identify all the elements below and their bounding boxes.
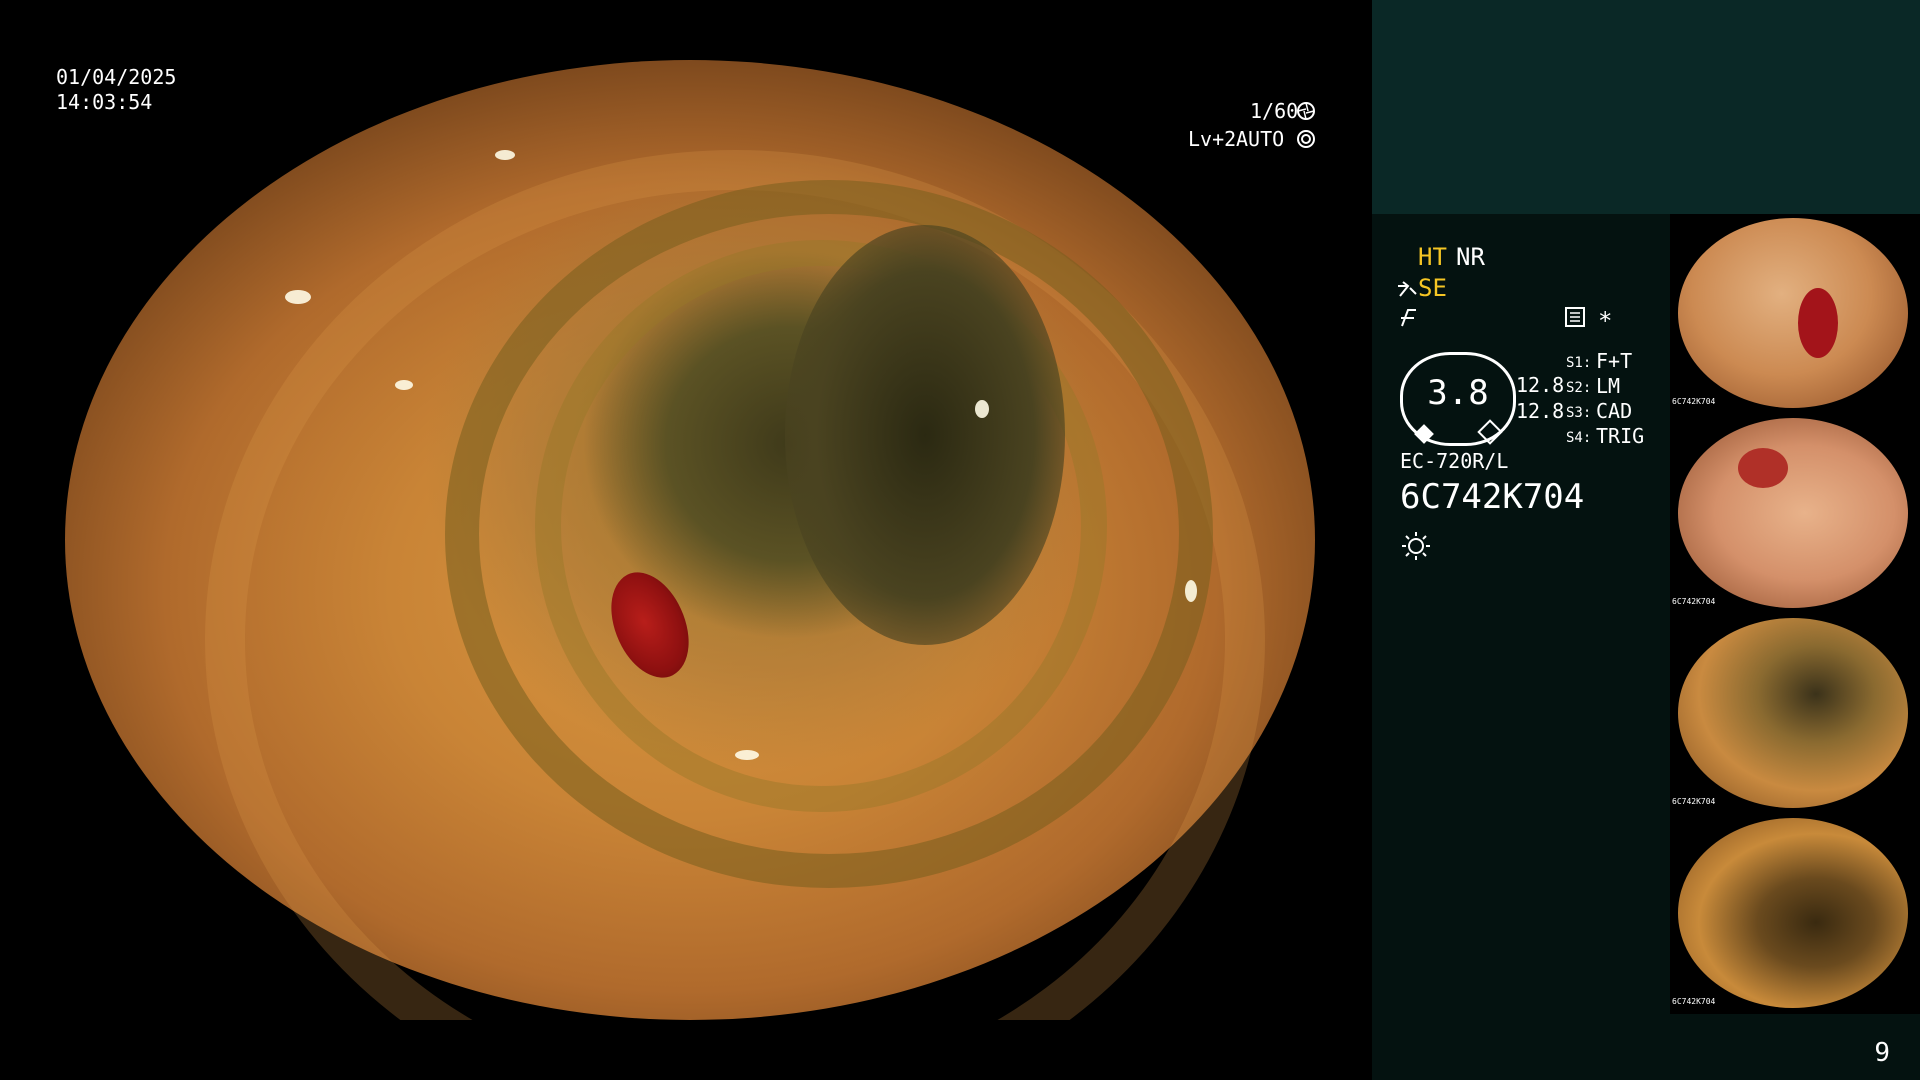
blood-spot	[1798, 288, 1838, 358]
switch-4-key: S4:	[1566, 430, 1592, 446]
specular-highlight	[285, 290, 311, 304]
thumbnail-label: 6C742K704	[1672, 397, 1716, 406]
blood-spot	[1738, 448, 1788, 488]
thumbnail[interactable]: 6C742K704	[1670, 418, 1916, 614]
light-source-icon	[1402, 532, 1430, 560]
sidebar-header-panel	[1372, 0, 1920, 214]
se-mode: SE	[1418, 274, 1447, 302]
ht-mode: HT	[1418, 243, 1447, 271]
thumbnail-strip: 6C742K704 6C742K704 6C742K704 6C742K704	[1670, 214, 1920, 1014]
scope-model: EC-720R/L	[1400, 449, 1509, 473]
thumbnail-image	[1678, 418, 1908, 608]
switch-3-key: S3:	[1566, 405, 1592, 421]
thumbnail[interactable]: 6C742K704	[1670, 218, 1916, 414]
thumbnail-label: 6C742K704	[1672, 797, 1716, 806]
specular-highlight	[495, 150, 515, 160]
gauge-value: 3.8	[1427, 373, 1489, 413]
endoscope-view: 01/04/2025 14:03:54 1/60 Lv+2 AUTO	[0, 0, 1372, 1080]
endoscopic-image	[65, 60, 1315, 1020]
iris-icon	[1297, 130, 1315, 148]
thumbnail-label: 6C742K704	[1672, 597, 1716, 606]
thumbnail-label: 6C742K704	[1672, 997, 1716, 1006]
readout-1: 12.8	[1516, 373, 1565, 397]
switch-1-value: F+T	[1596, 349, 1633, 373]
date-readout: 01/04/2025	[56, 65, 177, 89]
specular-highlight	[1185, 580, 1197, 602]
switch-3-value: CAD	[1596, 399, 1633, 423]
asterisk-indicator: *	[1598, 307, 1613, 335]
level-readout: Lv+2	[1188, 127, 1237, 151]
page-number: 9	[1874, 1038, 1890, 1068]
specular-highlight	[395, 380, 413, 390]
switch-2-value: LM	[1596, 374, 1621, 398]
structure-enhance-icon	[1398, 281, 1417, 297]
switch-1-key: S1:	[1566, 355, 1592, 371]
memory-icon	[1565, 307, 1585, 327]
thumbnail[interactable]: 6C742K704	[1670, 818, 1916, 1014]
nr-mode: NR	[1456, 243, 1485, 271]
thumbnail[interactable]: 6C742K704	[1670, 618, 1916, 814]
color-adjust-icon	[1401, 309, 1416, 327]
thumbnail-image	[1678, 618, 1908, 808]
switch-2-key: S2:	[1566, 380, 1592, 396]
readout-2: 12.8	[1516, 399, 1565, 423]
lumen	[785, 225, 1065, 645]
thumbnail-image	[1678, 818, 1908, 1008]
switch-4-value: TRIG	[1596, 424, 1645, 448]
time-readout: 14:03:54	[56, 90, 153, 114]
thumbnail-image	[1678, 218, 1908, 408]
shutter-readout: 1/60	[1250, 99, 1299, 123]
iris-readout: AUTO	[1236, 127, 1285, 151]
aperture-icon	[1297, 102, 1315, 120]
scope-serial: 6C742K704	[1400, 477, 1585, 517]
specular-highlight	[735, 750, 759, 760]
gauge: 3.8	[1400, 352, 1516, 446]
specular-highlight	[975, 400, 989, 418]
